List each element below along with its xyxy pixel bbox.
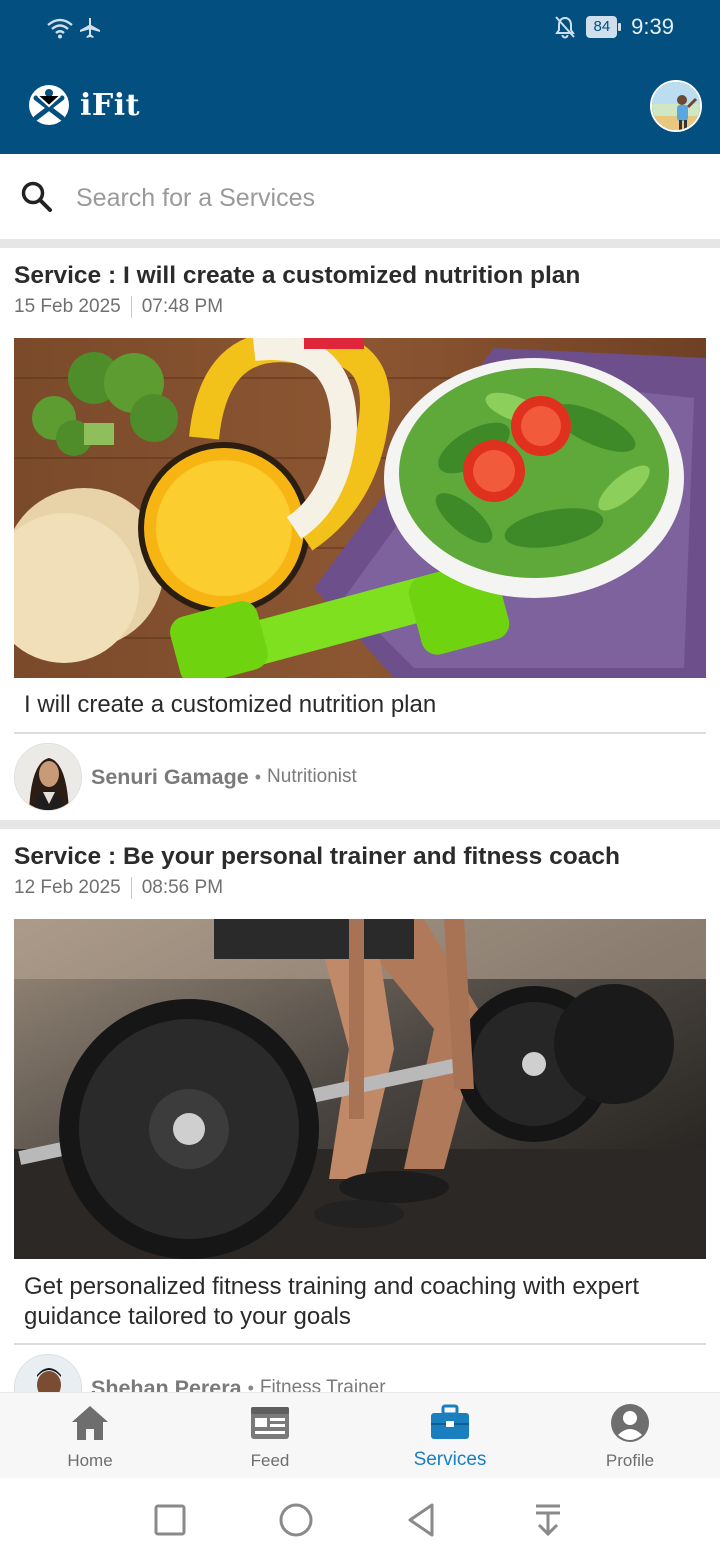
- profile-icon: [611, 1404, 649, 1442]
- search-input[interactable]: [76, 178, 676, 218]
- card-divider: [14, 1343, 706, 1345]
- author-name: Senuri Gamage: [91, 764, 249, 789]
- service-date: 15 Feb 2025: [14, 296, 121, 317]
- nav-services-label: Services: [413, 1449, 487, 1470]
- service-date: 12 Feb 2025: [14, 877, 121, 898]
- nav-profile[interactable]: Profile: [540, 1393, 720, 1479]
- search-icon[interactable]: [20, 180, 54, 214]
- back-icon[interactable]: [402, 1500, 442, 1540]
- service-image-nutrition[interactable]: [14, 338, 706, 678]
- service-time: 07:48 PM: [141, 296, 224, 317]
- service-description: I will create a customized nutrition pla…: [24, 691, 437, 718]
- app-logo: iFit: [28, 84, 140, 126]
- divider: [0, 239, 720, 248]
- service-author[interactable]: Shehan Perera • Fitness Trainer: [14, 1354, 386, 1392]
- service-author[interactable]: Senuri Gamage • Nutritionist: [14, 743, 357, 811]
- service-image-fitness[interactable]: [14, 919, 706, 1259]
- author-role: Fitness Trainer: [259, 1377, 386, 1392]
- nav-home-label: Home: [67, 1451, 113, 1470]
- divider: [0, 820, 720, 829]
- service-time: 08:56 PM: [141, 877, 224, 898]
- service-card[interactable]: Service : I will create a customized nut…: [0, 248, 720, 820]
- author-avatar[interactable]: [14, 743, 82, 811]
- ifit-logo-icon: [29, 85, 69, 125]
- notification-pull-icon[interactable]: [528, 1500, 568, 1540]
- bell-off-icon: [555, 16, 576, 39]
- battery-level: 84: [586, 16, 618, 38]
- author-avatar[interactable]: [14, 1354, 82, 1392]
- status-right: 84 9:39: [554, 14, 674, 40]
- search-bar: [0, 154, 720, 240]
- home-circle-icon[interactable]: [276, 1500, 316, 1540]
- airplane-icon: [80, 18, 100, 38]
- service-card[interactable]: Service : Be your personal trainer and f…: [0, 829, 720, 1392]
- user-avatar[interactable]: [650, 80, 702, 132]
- feed-icon: [251, 1407, 289, 1439]
- battery-icon: 84: [586, 16, 622, 38]
- service-title: Service : I will create a customized nut…: [14, 262, 581, 289]
- recents-icon[interactable]: [150, 1500, 190, 1540]
- bottom-nav: Home Feed Services Profile: [0, 1392, 720, 1478]
- author-role: Nutritionist: [267, 766, 357, 787]
- service-datetime: 12 Feb 2025 08:56 PM: [14, 877, 223, 899]
- nav-feed-label: Feed: [250, 1451, 290, 1470]
- briefcase-icon: [431, 1404, 469, 1439]
- service-datetime: 15 Feb 2025 07:48 PM: [14, 296, 223, 318]
- nav-services[interactable]: Services: [360, 1393, 540, 1479]
- home-icon: [72, 1406, 108, 1440]
- nav-profile-label: Profile: [605, 1451, 655, 1470]
- service-description: Get personalized fitness training and co…: [24, 1273, 640, 1330]
- nav-feed[interactable]: Feed: [180, 1393, 360, 1479]
- service-title: Service : Be your personal trainer and f…: [14, 843, 620, 870]
- card-divider: [14, 732, 706, 734]
- nav-home[interactable]: Home: [0, 1393, 180, 1479]
- app-bar: iFit: [0, 58, 720, 154]
- wifi-icon: [47, 18, 73, 39]
- clock: 9:39: [631, 14, 674, 39]
- status-left: [46, 16, 102, 40]
- system-nav-bar: [0, 1478, 720, 1560]
- author-name: Shehan Perera: [91, 1375, 242, 1393]
- app-title: iFit: [80, 87, 140, 123]
- status-bar: 84 9:39: [0, 0, 720, 58]
